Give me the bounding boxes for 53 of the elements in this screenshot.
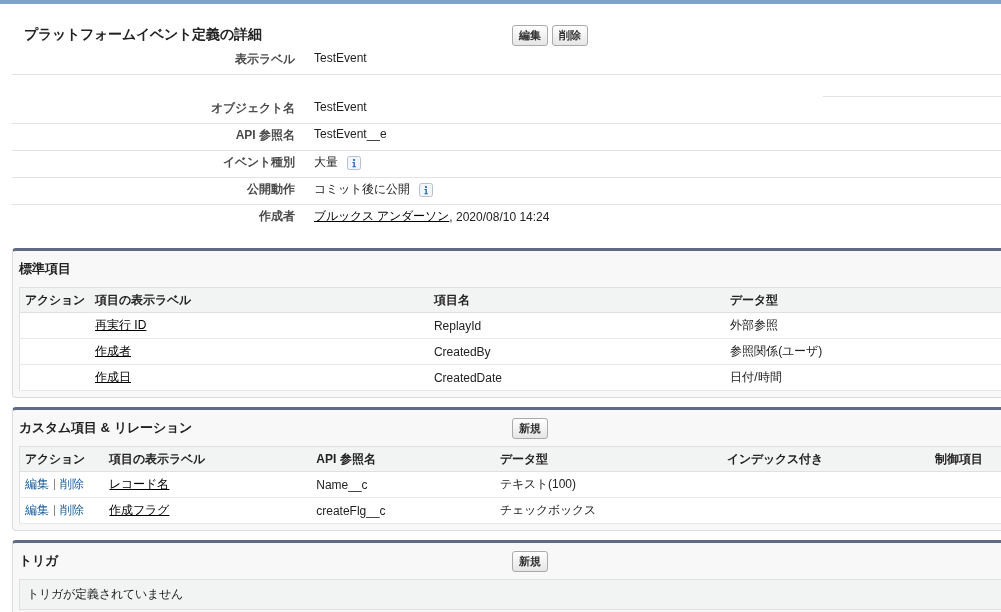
table-cell: テキスト(100): [500, 477, 577, 491]
field-value: TestEvent: [314, 51, 367, 65]
toolbar-button[interactable]: 編集: [512, 24, 548, 46]
section-title: トリガ: [19, 552, 60, 570]
column-header: アクション: [19, 446, 105, 472]
table-cell: チェックボックス: [500, 503, 596, 517]
table-cell: 参照関係(ユーザ): [730, 344, 823, 358]
field-link[interactable]: 作成者: [95, 344, 131, 358]
section-title: 標準項目: [19, 260, 72, 278]
column-header: 項目の表示ラベル: [104, 446, 312, 472]
table-cell: CreatedDate: [433, 370, 502, 385]
section-title: カスタム項目 & リレーション: [19, 419, 193, 437]
column-header: API 参照名: [311, 446, 495, 472]
field-label: イベント種別: [222, 154, 296, 171]
field-value: TestEvent: [314, 100, 367, 114]
field-label: 表示ラベル: [234, 51, 296, 68]
table-cell: 外部参照: [730, 318, 779, 332]
column-header: アクション: [19, 287, 90, 313]
action-link[interactable]: 削除: [60, 477, 84, 491]
field-label: API 参照名: [234, 127, 296, 144]
action-link[interactable]: 削除: [60, 503, 84, 517]
action-link[interactable]: 編集: [25, 477, 49, 491]
field-link[interactable]: レコード名: [109, 477, 170, 491]
page-title: プラットフォームイベント定義の詳細: [24, 26, 263, 44]
user-link[interactable]: ブルックス アンダーソン: [314, 208, 450, 225]
field-link[interactable]: 作成フラグ: [109, 503, 170, 517]
column-header: インデックス付き: [721, 446, 930, 472]
field-label: オブジェクト名: [210, 100, 296, 117]
field-value: TestEvent__e: [314, 127, 387, 141]
action-link[interactable]: 編集: [25, 503, 49, 517]
field-value: コミット後に公開: [314, 181, 410, 198]
new-button[interactable]: 新規: [512, 550, 548, 572]
table-cell: 日付/時間: [730, 370, 782, 384]
table-cell: createFlg__c: [316, 503, 386, 518]
column-header: データ型: [495, 446, 722, 472]
field-link[interactable]: 作成日: [95, 370, 131, 384]
column-header: データ型: [725, 287, 1001, 313]
table-cell: Name__c: [316, 477, 368, 492]
new-button[interactable]: 新規: [512, 417, 548, 439]
empty-message: トリガが定義されていません: [19, 579, 1001, 610]
toolbar-button[interactable]: 削除: [552, 24, 588, 46]
field-value: ブルックス アンダーソン, 2020/08/10 14:24: [314, 208, 550, 225]
column-header: 項目名: [428, 287, 726, 313]
table-cell: CreatedBy: [433, 344, 491, 359]
table-cell: ReplayId: [433, 318, 482, 333]
field-label: 作成者: [258, 208, 296, 225]
field-link[interactable]: 再実行 ID: [95, 318, 147, 332]
field-value: 大量: [314, 154, 338, 171]
field-label: 公開動作: [246, 181, 296, 198]
info-icon[interactable]: [347, 155, 361, 170]
column-header: 制御項目: [929, 446, 1001, 472]
column-header: 項目の表示ラベル: [90, 287, 429, 313]
info-icon[interactable]: [419, 182, 433, 197]
